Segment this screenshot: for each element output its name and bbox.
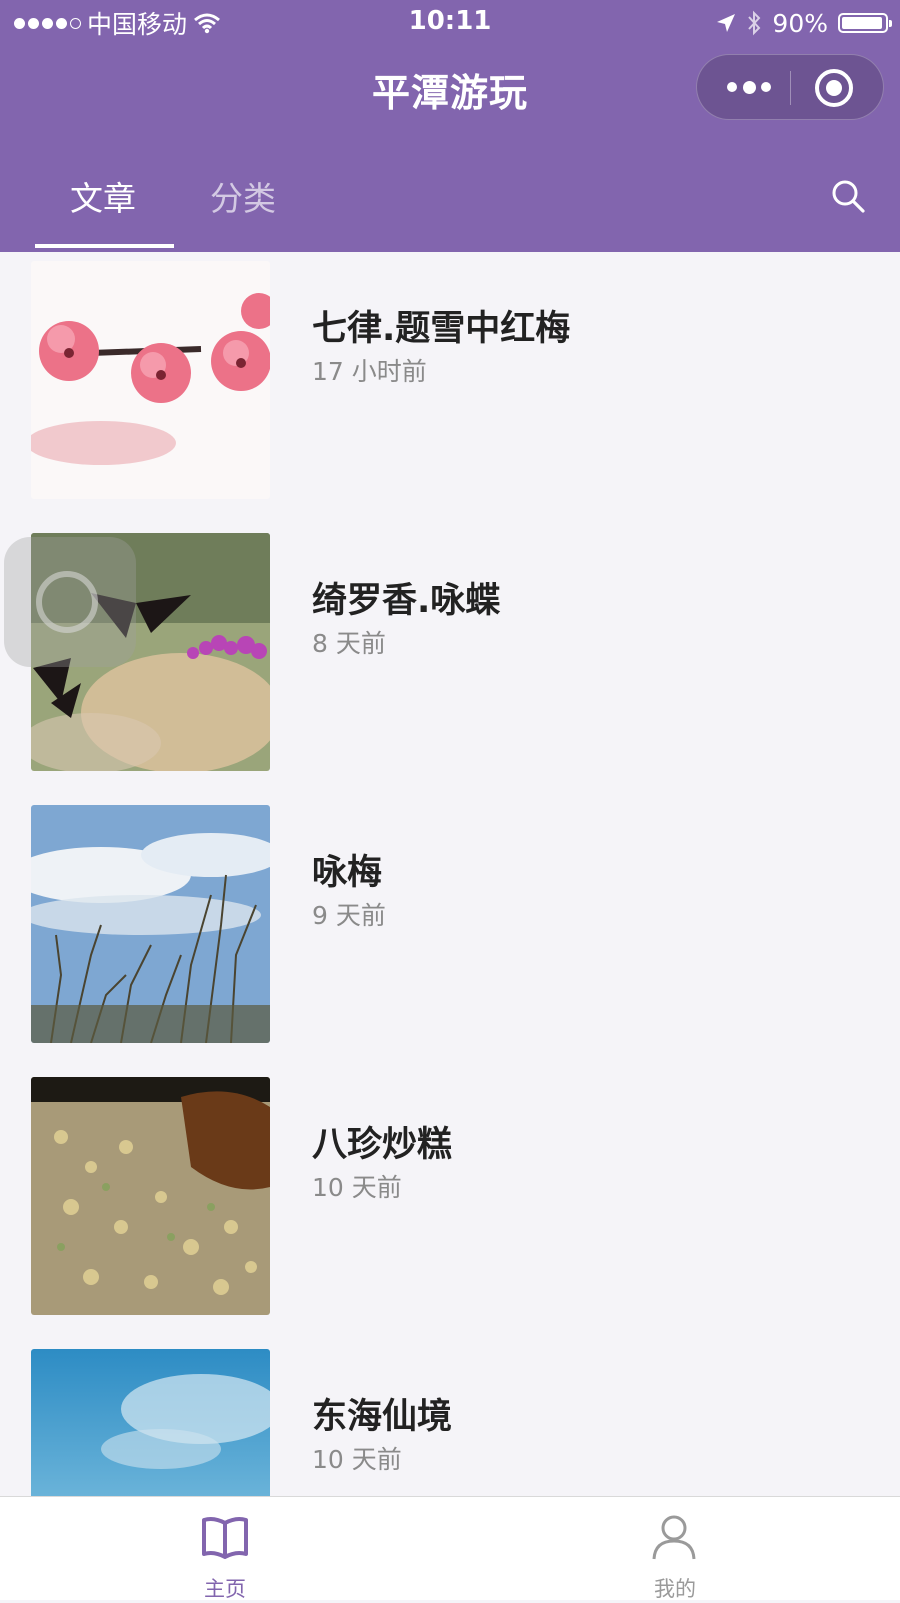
article-time: 17 小时前 <box>312 357 427 386</box>
article-time: 9 天前 <box>312 901 386 930</box>
tabbar-label-me: 我的 <box>654 1577 696 1601</box>
list-item[interactable]: 东海仙境 10 天前 <box>0 1340 900 1496</box>
article-thumbnail <box>31 1077 270 1315</box>
miniprogram-capsule <box>696 54 884 120</box>
article-title: 八珍炒糕 <box>312 1125 453 1165</box>
article-title: 绮罗香.咏蝶 <box>312 581 501 621</box>
close-miniprogram-button[interactable] <box>815 69 853 107</box>
article-thumbnail <box>31 1349 270 1496</box>
status-bar: 中国移动 10:11 90% <box>0 0 900 44</box>
status-right: 90% <box>716 6 892 40</box>
list-item[interactable]: 咏梅 9 天前 <box>0 796 900 1068</box>
bluetooth-icon <box>748 10 761 36</box>
more-menu-button[interactable] <box>727 75 771 99</box>
book-icon <box>202 1517 248 1559</box>
user-icon <box>652 1515 696 1560</box>
tab-categories[interactable]: 分类 <box>210 172 276 220</box>
article-time: 10 天前 <box>312 1445 402 1474</box>
search-icon[interactable] <box>828 176 868 216</box>
article-time: 10 天前 <box>312 1173 402 1202</box>
bottom-tabbar: 主页 我的 <box>0 1496 900 1601</box>
article-title: 七律.题雪中红梅 <box>312 309 571 349</box>
article-thumbnail <box>31 261 270 499</box>
list-item[interactable]: 八珍炒糕 10 天前 <box>0 1068 900 1340</box>
tab-articles[interactable]: 文章 <box>70 172 136 220</box>
tabbar-item-me[interactable]: 我的 <box>450 1497 900 1601</box>
article-title: 东海仙境 <box>312 1397 453 1437</box>
list-item[interactable]: 七律.题雪中红梅 17 小时前 <box>0 252 900 524</box>
header: 中国移动 10:11 90% 平潭游玩 文章 分类 <box>0 0 900 252</box>
article-thumbnail <box>31 805 270 1043</box>
tabbar-item-home[interactable]: 主页 <box>0 1497 450 1601</box>
article-title: 咏梅 <box>312 853 383 893</box>
battery-icon <box>838 13 892 33</box>
floating-assistive-button[interactable] <box>4 537 136 667</box>
capsule-divider <box>790 71 791 105</box>
active-tab-indicator <box>35 244 174 248</box>
article-time: 8 天前 <box>312 629 386 658</box>
battery-percent: 90% <box>772 8 828 38</box>
location-arrow-icon <box>717 14 736 32</box>
tabbar-label-home: 主页 <box>204 1577 246 1601</box>
article-list: 七律.题雪中红梅 17 小时前 绮罗香.咏蝶 8 天前 咏梅 9 天前 八珍炒糕… <box>0 252 900 1496</box>
top-tabs: 文章 分类 <box>0 160 900 252</box>
